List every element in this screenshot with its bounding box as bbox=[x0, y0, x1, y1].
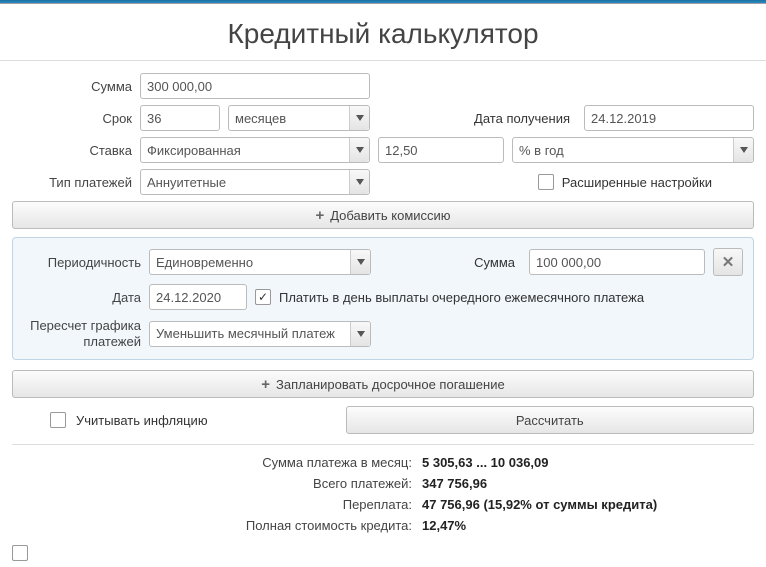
inflation-label: Учитывать инфляцию bbox=[76, 413, 208, 428]
total-label: Всего платежей: bbox=[12, 476, 412, 491]
early-payment-panel: Периодичность Сумма ✕ Дата Платить в ден… bbox=[12, 237, 754, 360]
remove-button[interactable]: ✕ bbox=[713, 248, 743, 276]
close-icon: ✕ bbox=[722, 253, 735, 271]
chevron-down-icon[interactable] bbox=[349, 106, 369, 130]
page-title: Кредитный калькулятор bbox=[0, 4, 766, 61]
date-received-input[interactable] bbox=[584, 105, 754, 131]
term-unit-select[interactable] bbox=[228, 105, 370, 131]
advanced-label: Расширенные настройки bbox=[562, 175, 712, 190]
amount-label: Сумма bbox=[12, 79, 132, 94]
plan-early-label: Запланировать досрочное погашение bbox=[276, 377, 505, 392]
rate-unit-select[interactable] bbox=[512, 137, 754, 163]
term-input[interactable] bbox=[140, 105, 220, 131]
rate-type-select[interactable] bbox=[140, 137, 370, 163]
chevron-down-icon[interactable] bbox=[349, 138, 369, 162]
inflation-checkbox[interactable] bbox=[50, 412, 66, 428]
fullcost-label: Полная стоимость кредита: bbox=[12, 518, 412, 533]
rate-value-input[interactable] bbox=[378, 137, 504, 163]
overpay-value: 47 756,96 (15,92% от суммы кредита) bbox=[422, 497, 657, 512]
overpay-label: Переплата: bbox=[12, 497, 412, 512]
divider bbox=[12, 444, 754, 445]
payment-type-select[interactable] bbox=[140, 169, 370, 195]
calculate-button[interactable]: Рассчитать bbox=[346, 406, 754, 434]
plus-icon: + bbox=[315, 207, 324, 224]
add-commission-button[interactable]: + Добавить комиссию bbox=[12, 201, 754, 229]
chevron-down-icon[interactable] bbox=[350, 322, 370, 346]
chevron-down-icon[interactable] bbox=[350, 250, 370, 274]
periodicity-select[interactable] bbox=[149, 249, 371, 275]
payment-type-label: Тип платежей bbox=[12, 175, 132, 190]
form-container: Сумма Срок Дата получения Ставка Тип пла… bbox=[0, 73, 766, 545]
chevron-down-icon[interactable] bbox=[349, 170, 369, 194]
panel-date-input[interactable] bbox=[149, 284, 247, 310]
panel-amount-input[interactable] bbox=[529, 249, 705, 275]
date-received-label: Дата получения bbox=[378, 111, 576, 126]
plan-early-button[interactable]: + Запланировать досрочное погашение bbox=[12, 370, 754, 398]
recalc-select[interactable] bbox=[149, 321, 371, 347]
payment-type-value[interactable] bbox=[140, 169, 370, 195]
calculate-label: Рассчитать bbox=[516, 413, 584, 428]
term-label: Срок bbox=[12, 111, 132, 126]
monthly-label: Сумма платежа в месяц: bbox=[12, 455, 412, 470]
monthly-value: 5 305,63 ... 10 036,09 bbox=[422, 455, 549, 470]
panel-amount-label: Сумма bbox=[379, 255, 521, 270]
recalc-value[interactable] bbox=[149, 321, 371, 347]
advanced-checkbox[interactable] bbox=[538, 174, 554, 190]
add-commission-label: Добавить комиссию bbox=[330, 208, 450, 223]
total-value: 347 756,96 bbox=[422, 476, 487, 491]
rate-label: Ставка bbox=[12, 143, 132, 158]
rate-unit-value[interactable] bbox=[512, 137, 754, 163]
amount-input[interactable] bbox=[140, 73, 370, 99]
rate-type-value[interactable] bbox=[140, 137, 370, 163]
plus-icon: + bbox=[261, 376, 270, 393]
fullcost-value: 12,47% bbox=[422, 518, 466, 533]
periodicity-label: Периодичность bbox=[23, 255, 141, 270]
periodicity-value[interactable] bbox=[149, 249, 371, 275]
bottom-checkbox[interactable] bbox=[12, 545, 28, 561]
chevron-down-icon[interactable] bbox=[733, 138, 753, 162]
pay-on-day-label: Платить в день выплаты очередного ежемес… bbox=[279, 290, 644, 305]
panel-date-label: Дата bbox=[23, 290, 141, 305]
pay-on-day-checkbox[interactable] bbox=[255, 289, 271, 305]
recalc-label: Пересчет графика платежей bbox=[23, 318, 141, 349]
